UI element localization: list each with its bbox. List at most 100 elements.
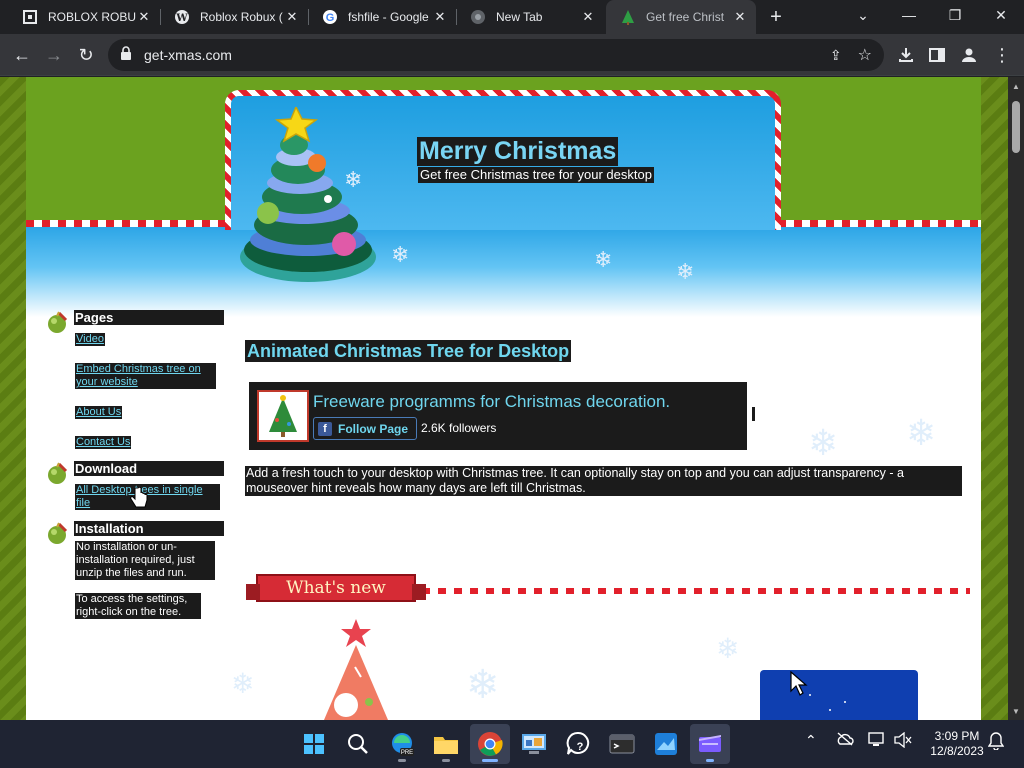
- snowflake-icon: ❄: [594, 247, 613, 272]
- svg-text:G: G: [326, 12, 335, 24]
- svg-text:W: W: [175, 13, 188, 24]
- control-panel-icon: [522, 734, 546, 754]
- page-content: ❄ ❄ ❄ ❄ ❄ ❄ ❄ ❄ ❄ Merry Christmas Get fr…: [26, 77, 981, 720]
- download-icon[interactable]: [892, 41, 920, 69]
- volume-muted-icon[interactable]: [894, 731, 912, 751]
- tab-roblox-robux-wp[interactable]: W Roblox Robux ( ✕: [160, 0, 308, 34]
- share-icon[interactable]: ⇪: [830, 47, 842, 64]
- clipchamp-app[interactable]: [690, 724, 730, 764]
- ornament-icon: [48, 311, 68, 333]
- chrome-app[interactable]: [470, 724, 510, 764]
- notifications-bell-icon[interactable]: [987, 732, 1005, 753]
- follow-page-button[interactable]: f Follow Page: [313, 417, 417, 440]
- follow-page-label: Follow Page: [338, 421, 409, 436]
- scrollbar-thumb[interactable]: [1012, 101, 1020, 153]
- restore-button[interactable]: ❐: [932, 0, 978, 30]
- close-tab-icon[interactable]: ✕: [580, 9, 596, 25]
- tab-new-tab[interactable]: New Tab ✕: [456, 0, 604, 34]
- close-tab-icon[interactable]: ✕: [136, 9, 152, 25]
- scroll-down-icon[interactable]: ▼: [1008, 704, 1024, 718]
- network-icon[interactable]: [868, 732, 886, 751]
- facebook-page-title[interactable]: Freeware programms for Christmas decorat…: [313, 392, 670, 412]
- profile-icon[interactable]: [955, 41, 983, 69]
- address-bar[interactable]: get-xmas.com ⇪ ☆: [108, 39, 884, 71]
- show-hidden-icons-button[interactable]: ⌃: [805, 732, 817, 749]
- page-scrollbar[interactable]: ▲ ▼: [1008, 77, 1024, 720]
- sidebar-link-embed-tree[interactable]: Embed Christmas tree on your website: [75, 363, 216, 389]
- tab-title: fshfile - Google: [348, 10, 429, 24]
- clock-time: 3:09 PM: [934, 729, 980, 743]
- onedrive-icon[interactable]: [836, 732, 854, 749]
- minimize-button[interactable]: —: [886, 0, 932, 30]
- sidebar-link-contact-us[interactable]: Contact Us: [75, 436, 132, 449]
- start-button[interactable]: [294, 724, 334, 764]
- facebook-widget: Freeware programms for Christmas decorat…: [249, 382, 747, 450]
- menu-icon[interactable]: ⋮: [988, 41, 1016, 69]
- main-heading: Animated Christmas Tree for Desktop: [245, 340, 572, 362]
- terminal-app[interactable]: [602, 724, 642, 764]
- photos-icon: [655, 733, 677, 755]
- search-button[interactable]: [338, 724, 378, 764]
- terminal-icon: [609, 734, 635, 754]
- close-tab-icon[interactable]: ✕: [284, 9, 300, 25]
- sidebar-heading-pages: Pages: [74, 310, 224, 325]
- snowflake-icon: ❄: [808, 422, 839, 463]
- edge-beta-app[interactable]: PRE: [382, 724, 422, 764]
- svg-text:?: ?: [577, 741, 584, 753]
- tab-fshfile-google[interactable]: G fshfile - Google ✕: [308, 0, 456, 34]
- edge-icon: PRE: [392, 733, 414, 756]
- tree-preview-image[interactable]: [311, 617, 401, 720]
- back-button[interactable]: ←: [8, 41, 36, 69]
- running-indicator: [706, 759, 714, 762]
- tab-title: Get free Christ: [646, 10, 725, 24]
- sidebar-link-video[interactable]: Video: [75, 333, 105, 346]
- site-title: Merry Christmas: [417, 137, 619, 166]
- svg-text:PRE: PRE: [401, 750, 413, 756]
- tab-title: New Tab: [496, 10, 543, 24]
- text-caret: [752, 407, 755, 421]
- tab-get-free-christmas[interactable]: Get free Christ ✕: [606, 0, 756, 34]
- tab-title: ROBLOX ROBUX: [48, 10, 136, 24]
- tab-roblox-robux[interactable]: ROBLOX ROBUX ✕: [8, 0, 160, 34]
- control-panel-app[interactable]: [514, 724, 554, 764]
- side-panel-icon[interactable]: [923, 41, 951, 69]
- close-window-button[interactable]: ✕: [978, 0, 1024, 30]
- tab-title: Roblox Robux (: [200, 10, 283, 24]
- site-subtitle: Get free Christmas tree for your desktop: [418, 167, 654, 183]
- sidebar-link-about-us[interactable]: About Us: [75, 406, 123, 419]
- snowflake-icon: ❄: [466, 663, 500, 707]
- search-icon: [348, 734, 368, 754]
- forward-button[interactable]: →: [40, 41, 68, 69]
- running-indicator: [482, 759, 498, 762]
- wordpress-icon: W: [174, 9, 190, 25]
- christmas-tree-logo: [240, 107, 376, 282]
- scroll-up-icon[interactable]: ▲: [1008, 79, 1024, 93]
- tab-search-icon[interactable]: ⌄: [840, 0, 886, 30]
- new-tab-button[interactable]: +: [764, 5, 788, 29]
- snowflake-icon: ❄: [716, 633, 740, 664]
- follower-count: 2.6K followers: [421, 421, 497, 435]
- snowflake-icon: ❄: [231, 668, 255, 699]
- url-text: get-xmas.com: [144, 47, 232, 63]
- christmas-tree-icon: [620, 9, 636, 25]
- hand-cursor-icon: [130, 487, 148, 508]
- lock-icon[interactable]: [120, 45, 132, 65]
- tab-strip: ROBLOX ROBUX ✕ W Roblox Robux ( ✕ G fshf…: [0, 0, 1024, 34]
- get-help-app[interactable]: ?: [558, 724, 598, 764]
- photos-app[interactable]: [646, 724, 686, 764]
- taskbar-clock[interactable]: 3:09 PM 12/8/2023: [922, 729, 992, 759]
- reload-button[interactable]: ↻: [72, 41, 100, 69]
- whats-new-banner: What's new: [246, 574, 426, 602]
- clipchamp-icon: [699, 735, 721, 752]
- video-thumbnail[interactable]: [760, 670, 918, 720]
- file-explorer-app[interactable]: [426, 724, 466, 764]
- page-viewport: ❄ ❄ ❄ ❄ ❄ ❄ ❄ ❄ ❄ Merry Christmas Get fr…: [0, 77, 1008, 720]
- bookmark-star-icon[interactable]: ☆: [858, 45, 872, 65]
- close-tab-icon[interactable]: ✕: [732, 9, 748, 25]
- running-indicator: [442, 759, 450, 762]
- close-tab-icon[interactable]: ✕: [432, 9, 448, 25]
- facebook-page-thumbnail[interactable]: [257, 390, 309, 442]
- browser-toolbar: ← → ↻ get-xmas.com ⇪ ☆ ⋮: [0, 34, 1024, 76]
- help-icon: ?: [566, 731, 590, 755]
- newtab-icon: [470, 9, 486, 25]
